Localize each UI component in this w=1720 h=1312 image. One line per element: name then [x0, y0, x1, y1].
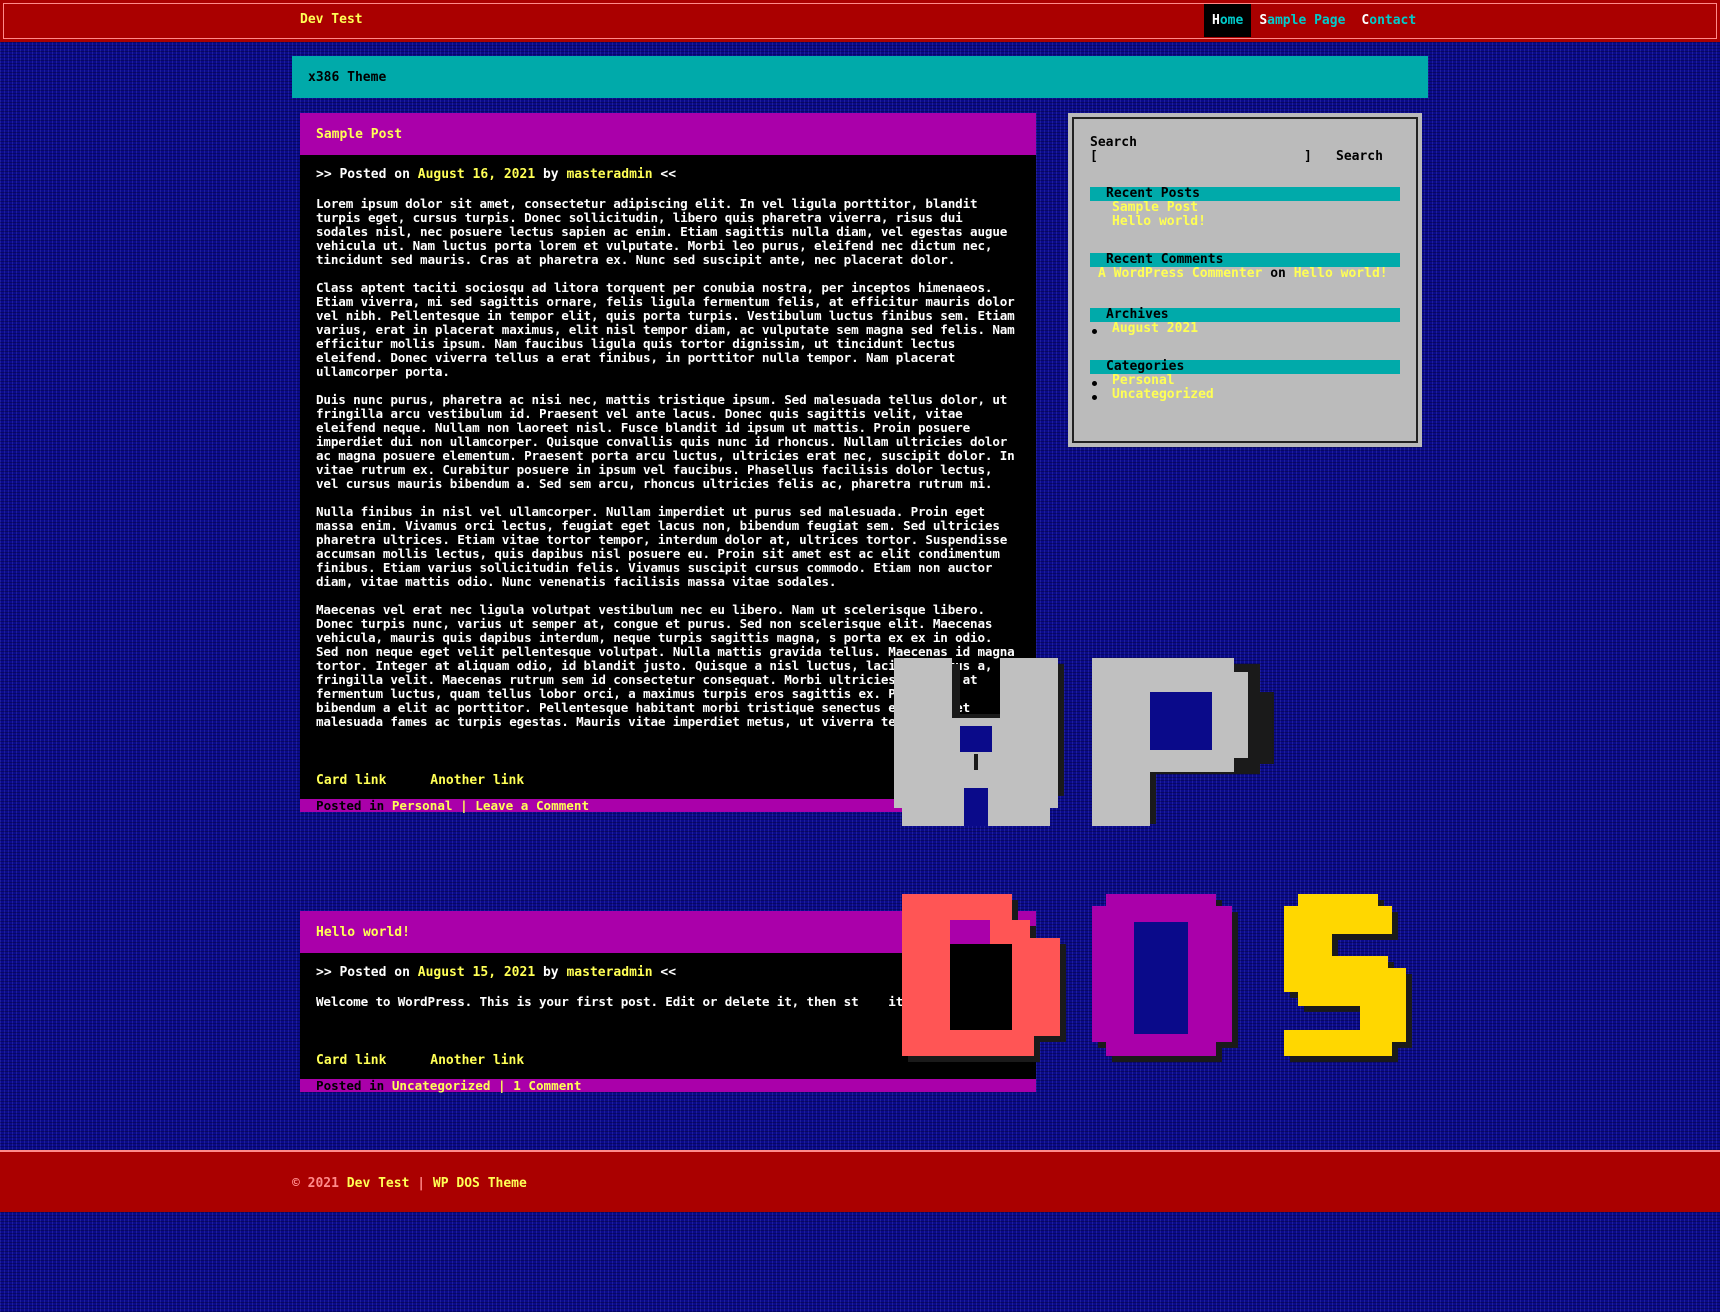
sidebar: Search [ ] Search Recent Posts Sample Po…: [1068, 113, 1422, 447]
recent-posts-heading: Recent Posts: [1090, 187, 1400, 201]
comment-on: on: [1270, 266, 1286, 281]
site-footer: © 2021 Dev Test | WP DOS Theme: [0, 1150, 1720, 1212]
nav-item-contact[interactable]: Contact: [1353, 4, 1424, 37]
nav-item-home[interactable]: Home: [1204, 4, 1252, 37]
copyright: © 2021: [292, 1176, 339, 1191]
post-paragraph: Lorem ipsum dolor sit amet, consectetur …: [316, 196, 1008, 267]
post-date-link[interactable]: August 15, 2021: [418, 965, 535, 980]
nav-hotkey: S: [1259, 13, 1268, 28]
recent-post-link[interactable]: Hello world!: [1112, 215, 1206, 229]
theme-title: x386 Theme: [308, 70, 387, 85]
recent-post-link[interactable]: Sample Post: [1112, 201, 1198, 215]
comment-link[interactable]: 1 Comment: [513, 1078, 581, 1093]
category-link[interactable]: Uncategorized: [1112, 388, 1214, 402]
nav-label: ample Page: [1267, 13, 1346, 28]
logo-d: [902, 894, 1066, 1062]
separator: |: [460, 798, 468, 813]
post-header: Sample Post: [300, 113, 1036, 155]
bullet: [1092, 395, 1097, 400]
post-author-link[interactable]: masteradmin: [566, 167, 652, 182]
recent-comments-heading: Recent Comments: [1090, 253, 1400, 267]
nav-item-sample-page[interactable]: Sample Page: [1251, 4, 1353, 37]
theme-header: x386 Theme: [292, 56, 1428, 98]
comment-author-link[interactable]: A WordPress Commenter: [1098, 266, 1262, 281]
meta-prefix: >> Posted on: [316, 167, 410, 182]
meta-by: by: [542, 167, 559, 182]
categories-heading: Categories: [1090, 360, 1400, 374]
meta-by: by: [542, 965, 559, 980]
another-link[interactable]: Another link: [430, 1053, 524, 1068]
top-bar: Dev Test Home Sample Page Contact: [0, 0, 1720, 42]
bullet: [1092, 381, 1097, 386]
post-title-link[interactable]: Hello world!: [316, 925, 410, 940]
post-paragraph: Nulla finibus in nisl vel ullamcorper. N…: [316, 504, 1008, 589]
search-button[interactable]: Search: [1336, 149, 1383, 164]
site-title-link[interactable]: Dev Test: [300, 12, 363, 27]
category-link[interactable]: Personal: [1112, 374, 1175, 388]
meta-suffix: <<: [660, 167, 677, 182]
footer-theme-link[interactable]: WP DOS Theme: [433, 1176, 527, 1191]
posted-in-label: Posted in: [316, 1078, 385, 1093]
nav-label: ome: [1219, 13, 1244, 28]
card-link[interactable]: Card link: [316, 773, 386, 788]
post-author-link[interactable]: masteradmin: [566, 965, 652, 980]
post-title-link[interactable]: Sample Post: [316, 127, 402, 142]
another-link[interactable]: Another link: [430, 773, 524, 788]
bullet: [1092, 329, 1097, 334]
search-label: Search: [1090, 135, 1137, 150]
recent-comment-item: A WordPress Commenter on Hello world!: [1098, 267, 1388, 281]
logo-o: [1092, 894, 1238, 1062]
post-meta: >> Posted on August 16, 2021 by masterad…: [316, 155, 1020, 183]
comment-post-link[interactable]: Hello world!: [1294, 266, 1388, 281]
meta-suffix: <<: [660, 965, 677, 980]
footer-site-link[interactable]: Dev Test: [347, 1176, 410, 1191]
comment-link[interactable]: Leave a Comment: [475, 798, 589, 813]
separator: |: [498, 1078, 506, 1093]
separator: |: [417, 1176, 426, 1191]
category-link[interactable]: Personal: [392, 798, 453, 813]
post-paragraph: Class aptent taciti sociosqu ad litora t…: [316, 280, 1015, 379]
logo-wp: [894, 658, 1248, 826]
nav-hotkey: H: [1212, 13, 1220, 28]
post-date-link[interactable]: August 16, 2021: [418, 167, 535, 182]
logo-s: [1284, 894, 1412, 1062]
meta-prefix: >> Posted on: [316, 965, 410, 980]
post-paragraph: Duis nunc purus, pharetra ac nisi nec, m…: [316, 392, 1015, 491]
archives-heading: Archives: [1090, 308, 1400, 322]
search-bracket-left: [: [1090, 149, 1098, 164]
posted-in-label: Posted in: [316, 798, 385, 813]
archive-link[interactable]: August 2021: [1112, 322, 1198, 336]
main-nav: Home Sample Page Contact: [1204, 4, 1424, 37]
card-link[interactable]: Card link: [316, 1053, 386, 1068]
category-link[interactable]: Uncategorized: [392, 1078, 491, 1093]
wp-dos-logo: [894, 658, 1412, 1062]
search-bracket-right: ]: [1304, 149, 1312, 164]
footer-credits: © 2021 Dev Test | WP DOS Theme: [292, 1176, 527, 1191]
search-input[interactable]: [ ]: [1090, 149, 1312, 164]
top-bar-frame: [3, 3, 1717, 39]
nav-label: ontact: [1369, 13, 1417, 28]
